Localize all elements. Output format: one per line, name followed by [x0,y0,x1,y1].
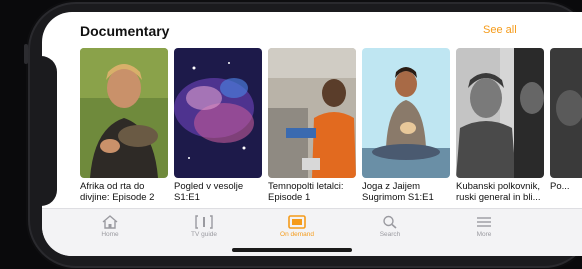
card-thumbnail [456,48,544,178]
card-thumbnail [80,48,168,178]
card-thumbnail [550,48,582,178]
tab-label: Search [379,231,401,238]
home-indicator[interactable] [232,248,352,252]
tab-label: TV guide [190,231,218,238]
card-thumbnail [362,48,450,178]
tab-on-demand[interactable]: On demand [262,215,332,238]
tv-guide-icon [169,215,239,229]
see-all-link[interactable]: See all [483,24,517,36]
house-icon [75,215,145,229]
tab-search[interactable]: Search [355,215,425,238]
content-card[interactable]: Joga z Jaijem Sugrimom S1:E1 [362,48,450,203]
card-title: Po... [550,181,570,192]
search-icon [355,215,425,229]
tab-label: On demand [280,231,314,238]
phone-notch [35,56,57,206]
card-thumbnail [174,48,262,178]
card-title: Pogled v vesolje S1:E1 [174,181,244,203]
app-screen: Documentary See all Afrika od rta do div… [42,12,582,256]
content-card[interactable]: Kubanski polkovnik, ruski general in bli… [456,48,544,203]
card-title: Kubanski polkovnik, ruski general in bli… [456,181,541,203]
card-title: Joga z Jaijem Sugrimom S1:E1 [362,181,434,203]
card-title: Afrika od rta do divjine: Episode 2 [80,181,155,203]
tab-label: More [476,231,492,238]
content-card[interactable]: Po... [550,48,582,192]
on-demand-icon [262,215,332,229]
content-card[interactable]: Temnopolti letalci: Episode 1 [268,48,356,203]
tab-home[interactable]: Home [75,215,145,238]
card-title: Temnopolti letalci: Episode 1 [268,181,344,203]
menu-icon [449,215,519,229]
content-card[interactable]: Pogled v vesolje S1:E1 [174,48,262,203]
tab-tv-guide[interactable]: TV guide [169,215,239,238]
section-title: Documentary [80,23,170,39]
tab-more[interactable]: More [449,215,519,238]
section-header: Documentary See all [80,23,582,43]
content-card[interactable]: Afrika od rta do divjine: Episode 2 [80,48,168,203]
tab-label: Home [101,231,119,238]
phone-button [24,44,28,64]
documentary-carousel[interactable]: Afrika od rta do divjine: Episode 2 Pogl… [80,48,582,208]
card-thumbnail [268,48,356,178]
